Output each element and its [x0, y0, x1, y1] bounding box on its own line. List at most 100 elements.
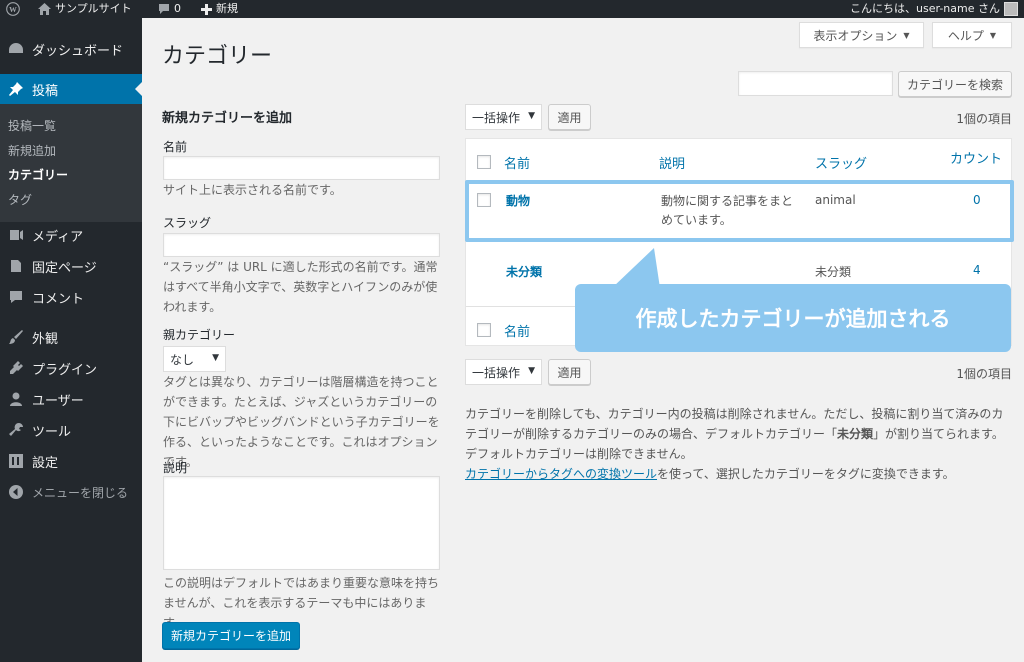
- annotation-callout: 作成したカテゴリーが追加される: [575, 284, 1011, 352]
- sidebar-item-appearance[interactable]: 外観: [0, 322, 142, 352]
- converter-note-text: を使って、選択したカテゴリーをタグに変換できます。: [657, 467, 955, 481]
- name-description: サイト上に表示される名前です。: [163, 183, 342, 197]
- sidebar-label: メニューを閉じる: [32, 485, 129, 500]
- sidebar-item-comments[interactable]: コメント: [0, 282, 142, 312]
- home-icon: [38, 3, 51, 15]
- category-name-input[interactable]: [163, 156, 440, 180]
- sidebar-label: 固定ページ: [32, 260, 97, 276]
- add-category-heading: 新規カテゴリーを追加: [162, 111, 293, 126]
- sidebar-label: 投稿: [32, 83, 59, 99]
- page-icon: [11, 260, 21, 272]
- help-label: ヘルプ: [947, 28, 984, 43]
- sidebar-label: ツール: [32, 424, 72, 440]
- wordpress-logo-icon[interactable]: W: [6, 0, 20, 18]
- account-menu[interactable]: こんにちは、user-name さん: [850, 0, 1018, 18]
- caret-down-icon: ▼: [989, 30, 997, 40]
- submenu-item-all-posts[interactable]: 投稿一覧: [8, 117, 56, 134]
- admin-sidebar: ダッシュボード 投稿 投稿一覧 新規追加 カテゴリー タグ メディア 固定ページ…: [0, 18, 142, 662]
- caret-down-icon: ▼: [903, 30, 910, 40]
- sidebar-collapse-button[interactable]: メニューを閉じる: [0, 477, 142, 507]
- new-row-highlight: [465, 180, 1014, 242]
- user-icon: [10, 392, 22, 406]
- sidebar-item-settings[interactable]: 設定: [0, 446, 142, 476]
- delete-note: カテゴリーを削除しても、カテゴリー内の投稿は削除されません。ただし、投稿に割り当…: [465, 404, 1013, 464]
- sidebar-item-tools[interactable]: ツール: [0, 415, 142, 445]
- media-icon: [10, 230, 23, 240]
- pushpin-icon: [9, 82, 23, 96]
- sidebar-item-plugins[interactable]: プラグイン: [0, 353, 142, 383]
- avatar: [1004, 2, 1018, 16]
- sidebar-item-pages[interactable]: 固定ページ: [0, 251, 142, 281]
- sidebar-label: ダッシュボード: [32, 43, 124, 59]
- dashboard-gauge-icon: [9, 43, 23, 53]
- column-header-description[interactable]: 説明: [659, 153, 685, 172]
- bulk-action-value: 一括操作: [472, 110, 521, 125]
- bulk-action-select-top[interactable]: 一括操作 ▼: [465, 104, 542, 130]
- comments-count: 0: [174, 2, 181, 15]
- apply-button-bottom[interactable]: 適用: [548, 359, 591, 385]
- column-header-name[interactable]: 名前: [504, 153, 530, 172]
- collapse-arrow-icon: [9, 485, 23, 499]
- column-header-count[interactable]: カウント: [950, 148, 1002, 167]
- posts-submenu: 投稿一覧 新規追加 カテゴリー タグ: [0, 104, 142, 222]
- bulk-action-select-bottom[interactable]: 一括操作 ▼: [465, 359, 542, 385]
- plug-icon: [10, 361, 23, 374]
- category-slug-input[interactable]: [163, 233, 440, 257]
- plus-icon: [201, 3, 212, 15]
- callout-pointer: [612, 248, 660, 288]
- category-slug: 未分類: [815, 265, 852, 279]
- submenu-item-categories[interactable]: カテゴリー: [8, 166, 68, 183]
- caret-down-icon: ▼: [528, 111, 535, 121]
- sidebar-label: コメント: [32, 291, 85, 307]
- parent-category-value: なし: [170, 352, 195, 367]
- category-search-input[interactable]: [738, 71, 893, 96]
- sidebar-label: 設定: [32, 455, 59, 471]
- sidebar-item-posts[interactable]: 投稿: [0, 74, 142, 104]
- sidebar-label: ユーザー: [32, 393, 84, 409]
- parent-category-select[interactable]: なし ▼: [163, 346, 226, 372]
- sidebar-label: メディア: [32, 229, 84, 245]
- bulk-action-value: 一括操作: [472, 365, 521, 380]
- caret-down-icon: ▼: [212, 353, 219, 363]
- submenu-item-add-new[interactable]: 新規追加: [8, 142, 56, 159]
- parent-category-description: タグとは異なり、カテゴリーは階層構造を持つことができます。たとえば、ジャズという…: [163, 375, 440, 469]
- name-label: 名前: [163, 140, 188, 154]
- screen-options-button[interactable]: 表示オプション ▼: [799, 22, 924, 48]
- sidebar-item-users[interactable]: ユーザー: [0, 384, 142, 414]
- apply-button-top[interactable]: 適用: [548, 104, 591, 130]
- category-name-link[interactable]: 未分類: [506, 263, 542, 280]
- greeting: こんにちは、user-name さん: [850, 2, 1000, 15]
- category-tag-converter-link[interactable]: カテゴリーからタグへの変換ツール: [465, 467, 657, 481]
- sidebar-label: 外観: [32, 331, 59, 347]
- help-button[interactable]: ヘルプ ▼: [932, 22, 1012, 48]
- sidebar-label: プラグイン: [32, 362, 98, 378]
- new-content-link[interactable]: 新規: [201, 0, 238, 18]
- category-description-textarea[interactable]: [163, 476, 440, 570]
- select-all-checkbox-footer[interactable]: [477, 323, 491, 337]
- sidebar-item-media[interactable]: メディア: [0, 220, 142, 250]
- search-categories-button[interactable]: カテゴリーを検索: [898, 71, 1012, 97]
- items-count-top: 1個の項目: [956, 112, 1012, 126]
- site-name: サンプルサイト: [55, 2, 132, 15]
- site-name-link[interactable]: サンプルサイト: [38, 0, 132, 18]
- default-category-name: 未分類: [837, 427, 874, 441]
- column-header-slug[interactable]: スラッグ: [815, 153, 867, 172]
- converter-note: カテゴリーからタグへの変換ツールを使って、選択したカテゴリーをタグに変換できます…: [465, 464, 1013, 484]
- column-footer-name[interactable]: 名前: [504, 321, 530, 340]
- comment-bubble-icon: [159, 4, 169, 14]
- screen-options-label: 表示オプション: [813, 28, 898, 43]
- select-all-checkbox[interactable]: [477, 155, 491, 169]
- add-new-category-button[interactable]: 新規カテゴリーを追加: [162, 622, 300, 649]
- wrench-icon: [9, 423, 23, 436]
- paintbrush-icon: [9, 330, 23, 344]
- slug-description: “スラッグ” は URL に適した形式の名前です。通常はすべて半角小文字で、英数…: [163, 260, 438, 314]
- admin-bar: W サンプルサイト 0 新規 こんにちは、user-name さん: [0, 0, 1024, 18]
- parent-category-label: 親カテゴリー: [163, 328, 236, 342]
- svg-text:W: W: [9, 5, 17, 14]
- sidebar-item-dashboard[interactable]: ダッシュボード: [0, 34, 142, 64]
- settings-sliders-icon: [9, 454, 23, 468]
- submenu-item-tags[interactable]: タグ: [8, 191, 32, 208]
- comment-bubble-icon: [10, 291, 22, 303]
- category-count-link[interactable]: 4: [973, 263, 981, 277]
- comments-link[interactable]: 0: [158, 0, 181, 18]
